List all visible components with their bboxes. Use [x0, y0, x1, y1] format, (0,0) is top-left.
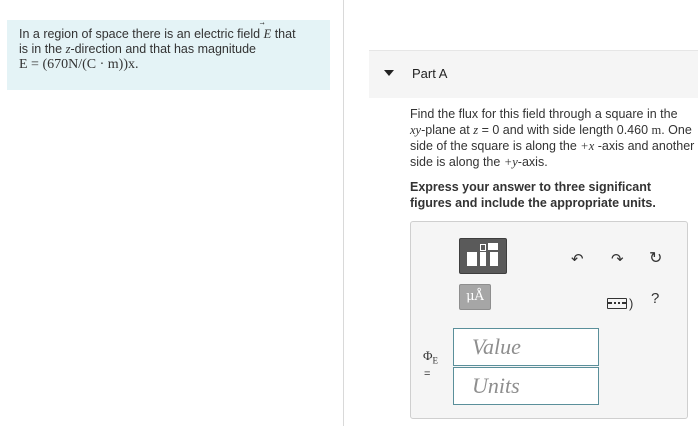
- part-title: Part A: [412, 66, 448, 81]
- undo-icon[interactable]: ↶: [571, 252, 584, 267]
- value-input[interactable]: Value: [453, 328, 599, 366]
- part-a-header[interactable]: Part A: [369, 50, 698, 98]
- problem-text-3: is in the: [19, 42, 66, 56]
- answer-instruction: Express your answer to three significant…: [410, 180, 656, 210]
- keyboard-icon[interactable]: ): [607, 295, 633, 311]
- field-symbol: E⃗: [263, 27, 272, 41]
- left-column: In a region of space there is an electri…: [0, 0, 344, 426]
- field-equation: E = (670N/(C · m))x.: [19, 57, 139, 72]
- equals-sign: =: [424, 368, 431, 380]
- collapse-triangle-icon[interactable]: [384, 70, 394, 76]
- flux-symbol: ΦE: [423, 348, 439, 366]
- redo-icon[interactable]: ↷: [611, 252, 624, 267]
- problem-text-4: -direction and that has magnitude: [70, 42, 256, 56]
- units-button-label: μÅ: [466, 289, 484, 304]
- units-input[interactable]: Units: [453, 367, 599, 405]
- answer-input-area: μÅ ↶ ↷ ↻ ) ? ΦE = Value Units: [410, 221, 688, 419]
- problem-text-1: In a region of space there is an electri…: [19, 27, 264, 41]
- reset-icon[interactable]: ↻: [649, 251, 662, 267]
- units-icon[interactable]: μÅ: [459, 284, 491, 310]
- help-icon[interactable]: ?: [651, 291, 659, 306]
- templates-icon[interactable]: [459, 238, 507, 274]
- problem-text-2: that: [271, 27, 296, 41]
- question-text: Find the flux for this field through a s…: [410, 107, 695, 169]
- problem-statement: In a region of space there is an electri…: [7, 20, 330, 90]
